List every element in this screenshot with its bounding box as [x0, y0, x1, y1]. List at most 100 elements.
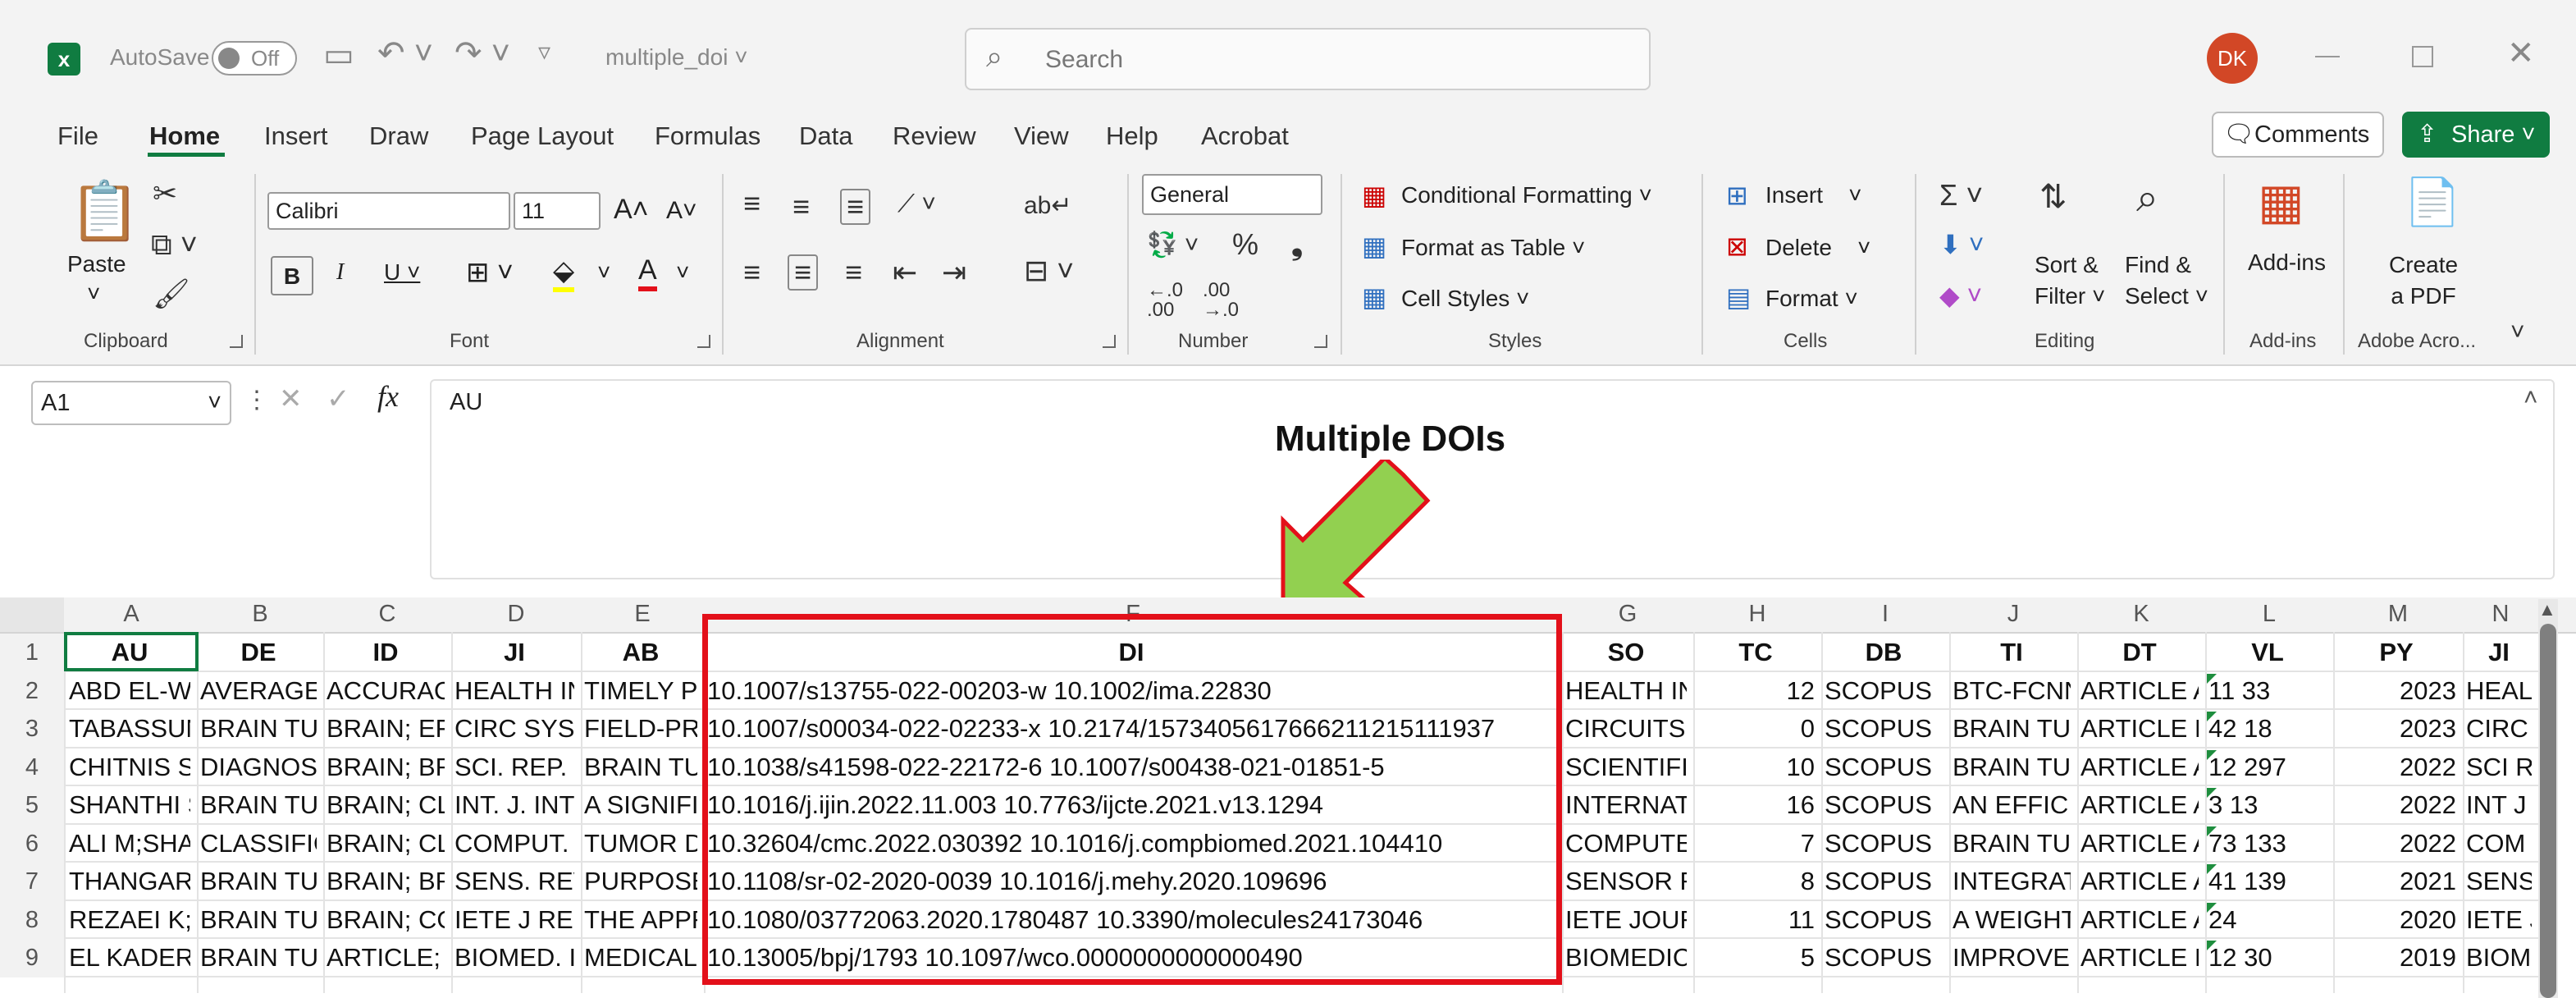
cell-n5[interactable]: INT J [2466, 790, 2532, 823]
cell-l6[interactable]: 73 133 [2208, 828, 2327, 862]
insert-function-icon[interactable]: fx [377, 379, 399, 414]
font-name-select[interactable]: Calibri [267, 192, 510, 230]
cell-h3[interactable]: 0 [1697, 713, 1815, 747]
customize-qat-icon[interactable]: ▿ [538, 38, 550, 66]
cell-l8[interactable]: 24 [2208, 904, 2327, 938]
cell-m8[interactable]: 2020 [2336, 904, 2456, 938]
tab-draw[interactable]: Draw [369, 121, 428, 151]
scrollbar-thumb[interactable] [2540, 624, 2556, 998]
borders-icon[interactable]: ⊞ ˅ [466, 256, 514, 289]
cell-a4[interactable]: CHITNIS S; [69, 752, 190, 785]
cell-m4[interactable]: 2022 [2336, 752, 2456, 785]
cell-c4[interactable]: BRAIN; BR [327, 752, 445, 785]
cell-a6[interactable]: ALI M;SHA [69, 828, 190, 862]
cell-c1[interactable]: ID [327, 637, 445, 671]
tab-formulas[interactable]: Formulas [655, 121, 760, 151]
cell-b2[interactable]: AVERAGE [200, 675, 317, 709]
cell-d3[interactable]: CIRC SYST [454, 713, 574, 747]
italic-button[interactable]: I [336, 259, 344, 286]
cell-i8[interactable]: SCOPUS [1825, 904, 1943, 938]
format-cells-icon[interactable]: ▤ [1726, 284, 1751, 310]
file-name[interactable]: multiple_doi ˅ [605, 44, 748, 71]
tab-page-layout[interactable]: Page Layout [471, 121, 614, 151]
insert-cells-icon[interactable]: ⊞ [1726, 182, 1748, 208]
font-color-icon[interactable]: A [638, 254, 657, 291]
align-middle-icon[interactable]: ≡ [792, 192, 810, 222]
grow-font-icon[interactable]: A˄ [614, 194, 649, 226]
merge-center-icon[interactable]: ⊟ ˅ [1024, 256, 1074, 286]
cell-a8[interactable]: REZAEI K;/ [69, 904, 190, 938]
cell-l3[interactable]: 42 18 [2208, 713, 2327, 747]
tab-help[interactable]: Help [1106, 121, 1158, 151]
underline-button[interactable]: U ˅ [384, 259, 420, 286]
cell-g1[interactable]: SO [1565, 637, 1687, 671]
tab-insert[interactable]: Insert [264, 121, 328, 151]
cell-b5[interactable]: BRAIN TUI [200, 790, 317, 823]
cell-e2[interactable]: TIMELY PI [584, 675, 697, 709]
delete-cells-icon[interactable]: ⊠ [1726, 233, 1748, 259]
select-all-corner[interactable] [0, 597, 64, 632]
cell-c9[interactable]: ARTICLE; / [327, 942, 445, 976]
paste-button[interactable]: Paste [67, 251, 126, 277]
column-header-m[interactable]: M [2333, 601, 2463, 628]
number-launcher-icon[interactable] [1314, 335, 1327, 348]
cell-g9[interactable]: BIOMEDIC [1565, 942, 1687, 976]
minimize-icon[interactable] [2315, 56, 2340, 57]
font-color-dropdown-icon[interactable]: ˅ [676, 259, 689, 286]
cell-j5[interactable]: AN EFFICIE [1953, 790, 2071, 823]
cell-m5[interactable]: 2022 [2336, 790, 2456, 823]
cell-h1[interactable]: TC [1697, 637, 1815, 671]
tab-view[interactable]: View [1014, 121, 1069, 151]
cell-k6[interactable]: ARTICLE A [2080, 828, 2199, 862]
cell-m9[interactable]: 2019 [2336, 942, 2456, 976]
cell-d6[interactable]: COMPUT. [454, 828, 574, 862]
cancel-entry-icon[interactable]: ✕ [279, 382, 303, 415]
cell-d4[interactable]: SCI. REP. N [454, 752, 574, 785]
align-right-icon[interactable]: ≡ [845, 258, 862, 287]
cell-i7[interactable]: SCOPUS [1825, 866, 1943, 900]
cell-e9[interactable]: MEDICAL [584, 942, 697, 976]
fill-color-icon[interactable]: ⬙ [553, 254, 575, 292]
cell-n2[interactable]: HEAL [2466, 675, 2532, 709]
cell-h5[interactable]: 16 [1697, 790, 1815, 823]
cell-c2[interactable]: ACCURACY [327, 675, 445, 709]
cell-j1[interactable]: TI [1953, 637, 2071, 671]
expand-formula-bar-icon[interactable]: ˄ [2523, 384, 2538, 412]
column-header-h[interactable]: H [1693, 601, 1821, 628]
cell-n4[interactable]: SCI RI [2466, 752, 2532, 785]
cell-j8[interactable]: A WEIGHT [1953, 904, 2071, 938]
cell-d7[interactable]: SENS. REV [454, 866, 574, 900]
find-select-button[interactable]: Find & Select ˅ [2125, 250, 2208, 312]
row-header[interactable]: 6 [0, 824, 64, 863]
align-left-icon[interactable]: ≡ [743, 258, 760, 287]
cell-b7[interactable]: BRAIN TUI [200, 866, 317, 900]
cell-d8[interactable]: IETE J RES [454, 904, 574, 938]
cell-e1[interactable]: AB [584, 637, 697, 671]
paste-icon[interactable]: 📋 [69, 182, 140, 240]
cell-l2[interactable]: 11 33 [2208, 675, 2327, 709]
cell-k5[interactable]: ARTICLE A [2080, 790, 2199, 823]
cell-k2[interactable]: ARTICLE A [2080, 675, 2199, 709]
cell-h6[interactable]: 7 [1697, 828, 1815, 862]
cell-c3[interactable]: BRAIN; EFI [327, 713, 445, 747]
row-header[interactable]: 5 [0, 786, 64, 825]
fill-color-dropdown-icon[interactable]: ˅ [597, 259, 610, 286]
conditional-formatting-button[interactable]: Conditional Formatting ˅ [1401, 182, 1652, 208]
increase-decimal-icon[interactable]: ←.0.00 [1147, 281, 1183, 320]
cell-d9[interactable]: BIOMED. I [454, 942, 574, 976]
column-header-j[interactable]: J [1949, 601, 2077, 628]
formula-bar-more-icon[interactable]: ⋮ [244, 386, 269, 414]
cell-g3[interactable]: CIRCUITS, [1565, 713, 1687, 747]
tab-file[interactable]: File [57, 121, 98, 151]
cell-k1[interactable]: DT [2080, 637, 2199, 671]
redo-icon[interactable]: ↷ ˅ [454, 34, 510, 72]
tab-home[interactable]: Home [149, 121, 220, 151]
cell-a7[interactable]: THANGAR [69, 866, 190, 900]
copy-icon[interactable]: ⧉ ˅ [151, 230, 198, 259]
column-header-g[interactable]: G [1562, 601, 1693, 628]
cell-k8[interactable]: ARTICLE A [2080, 904, 2199, 938]
cell-g6[interactable]: COMPUTE [1565, 828, 1687, 862]
row-header[interactable]: 8 [0, 900, 64, 939]
cell-n9[interactable]: BIOM [2466, 942, 2532, 976]
align-center-icon[interactable]: ≡ [788, 254, 819, 291]
